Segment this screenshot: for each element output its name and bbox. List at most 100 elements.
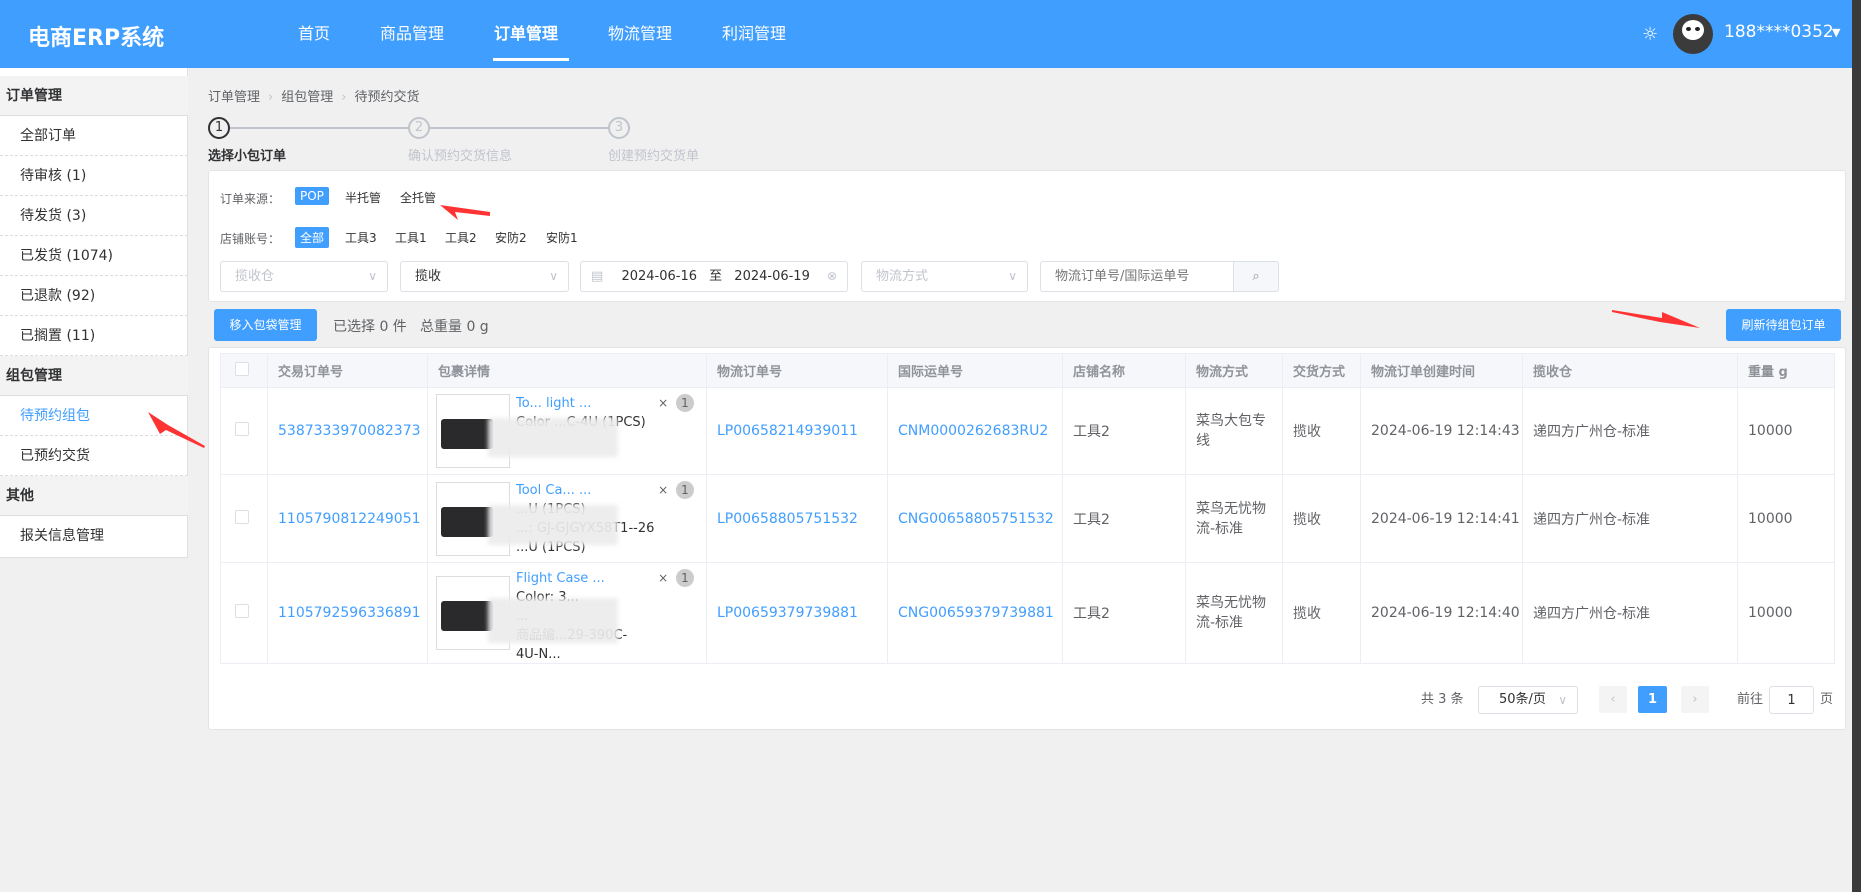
scrollbar[interactable]	[1852, 0, 1861, 892]
search-button[interactable]: ⌕	[1233, 261, 1279, 292]
caret-down-icon[interactable]: ▼	[1832, 26, 1840, 39]
breadcrumb-item: 待预约交货	[354, 90, 420, 105]
column-header: 物流订单号	[706, 353, 888, 388]
orders-table: 交易订单号 包裹详情 物流订单号 国际运单号 店铺名称 物流方式 交货方式 物流…	[220, 353, 1835, 664]
goto-page-input[interactable]	[1769, 686, 1814, 714]
sidebar-item-refunded[interactable]: 已退款 (92)	[0, 276, 188, 316]
top-header: 电商ERP系统 首页 商品管理 订单管理 物流管理 利润管理 ☼ 188****…	[0, 0, 1852, 68]
cell-method: 菜鸟无忧物流-标准	[1196, 595, 1266, 631]
package-line[interactable]: Tool Ca... ...	[516, 481, 666, 500]
clear-icon[interactable]: ⊗	[827, 262, 837, 291]
page-1-button[interactable]: 1	[1638, 686, 1667, 713]
table-row: 1105790812249051 Tool Ca... ... ...U (1PCS…	[220, 474, 1835, 563]
sidebar-item-pending-packing[interactable]: 待预约组包	[0, 396, 188, 436]
cell-delivery: 揽收	[1293, 511, 1321, 528]
quantity-badge: × 1	[658, 569, 694, 587]
sun-icon[interactable]: ☼	[1642, 24, 1658, 45]
shop-tool3[interactable]: 工具3	[340, 227, 382, 248]
cell-weight: 10000	[1748, 423, 1793, 439]
sidebar-item-on-hold[interactable]: 已搁置 (11)	[0, 316, 188, 356]
shop-tool1[interactable]: 工具1	[390, 227, 432, 248]
column-header: 国际运单号	[887, 353, 1063, 388]
package-line[interactable]: Flight Case ...	[516, 569, 666, 588]
row-checkbox[interactable]	[235, 509, 249, 524]
step-1-circle: 1	[208, 117, 230, 139]
cell-shop: 工具2	[1073, 606, 1110, 622]
sidebar-item-all-orders[interactable]: 全部订单	[0, 116, 188, 156]
trade-order-link[interactable]: 1105790812249051	[278, 511, 421, 527]
privacy-blur	[488, 598, 618, 643]
goto-label: 前往	[1737, 692, 1764, 707]
cell-warehouse: 递四方广州仓-标准	[1533, 424, 1651, 440]
breadcrumb-item[interactable]: 组包管理	[281, 90, 333, 105]
nav-profit[interactable]: 利润管理	[722, 20, 786, 44]
cell-delivery: 揽收	[1293, 606, 1321, 622]
table-row: 1105792596336891Flight Case ...Color: 3.…	[220, 562, 1835, 664]
refresh-orders-button[interactable]: 刷新待组包订单	[1726, 309, 1841, 341]
step-1-label: 选择小包订单	[208, 149, 287, 164]
total-count: 共 3 条	[1421, 692, 1464, 707]
column-header: 揽收仓	[1522, 353, 1738, 388]
nav-active-indicator	[493, 58, 569, 61]
column-header: 包裹详情	[427, 353, 707, 388]
trade-order-link[interactable]: 5387333970082373	[278, 423, 421, 439]
shop-tool2[interactable]: 工具2	[440, 227, 482, 248]
move-to-bag-button[interactable]: 移入包袋管理	[214, 309, 317, 341]
privacy-blur	[488, 505, 618, 545]
source-pop[interactable]: POP	[295, 187, 329, 205]
shop-all[interactable]: 全部	[295, 227, 330, 248]
chevron-down-icon: ∨	[549, 269, 558, 283]
cell-delivery: 揽收	[1293, 424, 1321, 440]
date-range-picker[interactable]: ▤ 2024-06-16 至 2024-06-19 ⊗	[580, 261, 848, 292]
nav-home[interactable]: 首页	[298, 20, 330, 44]
source-semi-managed[interactable]: 半托管	[340, 187, 386, 208]
cell-warehouse: 递四方广州仓-标准	[1533, 606, 1651, 622]
logistics-method-select[interactable]: 物流方式 ∨	[861, 261, 1028, 292]
total-weight: 总重量 0 g	[420, 319, 489, 335]
trade-order-link[interactable]: 1105792596336891	[278, 605, 421, 621]
row-checkbox[interactable]	[235, 604, 249, 618]
logistics-order-link[interactable]: LP00658214939011	[717, 423, 858, 439]
avatar[interactable]	[1673, 14, 1713, 54]
next-page-button[interactable]: ›	[1681, 686, 1709, 713]
sidebar-item-booked-delivery[interactable]: 已预约交货	[0, 436, 188, 476]
sidebar-item-pending-review[interactable]: 待审核 (1)	[0, 156, 188, 196]
shop-account-label: 店铺账号：	[220, 232, 281, 246]
nav-logistics[interactable]: 物流管理	[608, 20, 672, 44]
sidebar: 订单管理 全部订单 待审核 (1) 待发货 (3) 已发货 (1074) 已退款…	[0, 68, 188, 558]
sidebar-item-customs-info[interactable]: 报关信息管理	[0, 516, 188, 556]
cell-created: 2024-06-19 12:14:43	[1371, 423, 1520, 439]
sidebar-group-packing: 组包管理	[0, 356, 188, 396]
chevron-down-icon: ∨	[368, 269, 377, 283]
nav-products[interactable]: 商品管理	[380, 20, 444, 44]
column-header: 重量 g	[1737, 353, 1835, 388]
select-all-checkbox[interactable]	[235, 361, 249, 376]
row-checkbox[interactable]	[235, 422, 249, 436]
source-full-managed[interactable]: 全托管	[395, 187, 441, 208]
intl-waybill-link[interactable]: CNM0000262683RU2	[898, 423, 1048, 439]
column-header: 店铺名称	[1062, 353, 1186, 388]
logistics-order-link[interactable]: LP00658805751532	[717, 511, 858, 527]
breadcrumb-item[interactable]: 订单管理	[208, 90, 260, 105]
search-input[interactable]	[1040, 261, 1234, 292]
breadcrumb: 订单管理 › 组包管理 › 待预约交货	[208, 90, 420, 105]
chevron-down-icon: ∨	[1008, 269, 1017, 283]
intl-waybill-link[interactable]: CNG00658805751532	[898, 511, 1054, 527]
sidebar-item-shipped[interactable]: 已发货 (1074)	[0, 236, 188, 276]
shop-security1[interactable]: 安防1	[541, 227, 583, 248]
prev-page-button[interactable]: ‹	[1599, 686, 1627, 713]
privacy-blur	[488, 418, 618, 457]
logistics-order-link[interactable]: LP00659379739881	[717, 605, 858, 621]
page-size-select[interactable]: 50条/页 ∨	[1478, 686, 1578, 714]
nav-orders[interactable]: 订单管理	[494, 20, 558, 44]
table-row: 5387333970082373To... light ...Color ...…	[220, 387, 1835, 475]
sidebar-item-pending-ship[interactable]: 待发货 (3)	[0, 196, 188, 236]
warehouse-select[interactable]: 揽收仓 ∨	[220, 261, 388, 292]
package-line[interactable]: To... light ...	[516, 394, 666, 413]
cell-created: 2024-06-19 12:14:40	[1371, 605, 1520, 621]
user-name[interactable]: 188****0352	[1724, 22, 1834, 42]
delivery-method-select[interactable]: 揽收 ∨	[400, 261, 569, 292]
shop-security2[interactable]: 安防2	[490, 227, 532, 248]
sidebar-group-other: 其他	[0, 476, 188, 516]
intl-waybill-link[interactable]: CNG00659379739881	[898, 605, 1054, 621]
